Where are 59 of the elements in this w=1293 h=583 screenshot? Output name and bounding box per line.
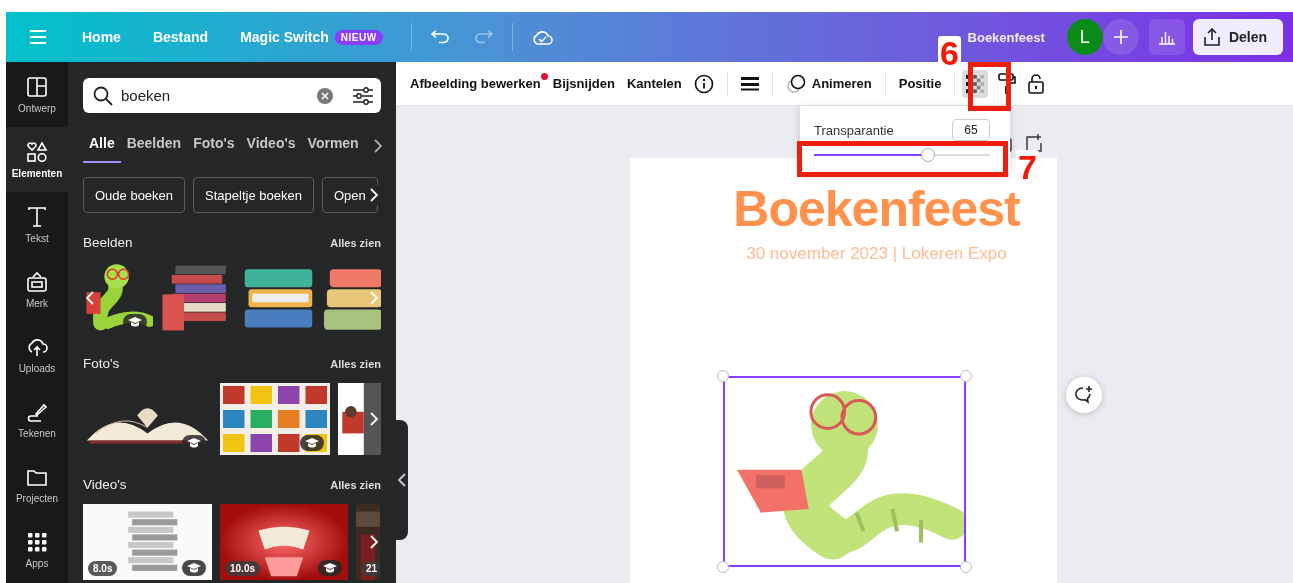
filter-sliders-icon <box>353 86 373 105</box>
nav-link[interactable]: Magic Switch NIEUW <box>224 19 399 55</box>
transparency-value-field[interactable]: 65 <box>952 119 990 141</box>
filter-tab[interactable]: Beelden <box>120 129 188 163</box>
briefcase-icon <box>26 270 48 293</box>
shapes-icon <box>26 140 48 163</box>
design-title[interactable]: Boekenfeest <box>967 29 1045 45</box>
apps-icon <box>26 530 48 553</box>
filter-tab[interactable]: Foto's <box>187 129 241 163</box>
filter-tab[interactable]: Vormen <box>301 129 365 163</box>
rail-item[interactable]: Uploads <box>6 322 68 387</box>
chevron-left-icon <box>397 472 407 488</box>
see-all-link[interactable]: Alles zien <box>330 357 381 370</box>
animate-icon <box>785 73 806 94</box>
section-title: Video's <box>83 477 127 492</box>
transparency-label: Transparantie <box>814 122 894 138</box>
new-badge: NIEUW <box>334 29 383 45</box>
chevron-right-icon <box>372 138 383 154</box>
collapse-panel-handle[interactable] <box>396 420 408 540</box>
chart-icon[interactable] <box>1148 19 1185 55</box>
flip-button[interactable]: Kantelen <box>620 70 688 97</box>
avatar[interactable]: L <box>1066 19 1103 55</box>
resize-handle[interactable] <box>960 370 972 382</box>
rail-item[interactable]: Ontwerp <box>6 62 68 127</box>
resize-handle[interactable] <box>717 561 729 573</box>
resize-handle[interactable] <box>717 370 729 382</box>
section-title: Beelden <box>83 235 133 250</box>
search-icon <box>93 85 113 106</box>
slider-thumb[interactable] <box>921 148 936 162</box>
add-page-icon[interactable] <box>1026 134 1042 152</box>
see-all-link[interactable]: Alles zien <box>330 236 381 249</box>
add-comment-icon[interactable] <box>1066 377 1102 413</box>
rail-item[interactable]: Tekenen <box>6 387 68 452</box>
section-title: Foto's <box>83 356 120 371</box>
rail-item[interactable]: Merk <box>6 257 68 322</box>
search-input[interactable]: boeken <box>121 87 309 104</box>
suggestion-chip[interactable]: Oude boeken <box>83 177 186 213</box>
rail-item[interactable]: Projecten <box>6 452 68 517</box>
add-icon[interactable] <box>1102 19 1139 55</box>
crop-button[interactable]: Bijsnijden <box>546 70 621 97</box>
suggestion-chip[interactable]: Stapeltje boeken <box>193 177 314 213</box>
layout-icon <box>26 75 48 98</box>
search-field[interactable]: boeken <box>83 78 381 113</box>
filter-tab[interactable]: Alle <box>83 129 121 163</box>
text-icon <box>26 205 48 228</box>
duration-label: 10.0s <box>225 561 261 576</box>
rail-item[interactable]: Tekst <box>6 192 68 257</box>
share-icon <box>1202 28 1221 46</box>
clear-icon <box>317 87 333 104</box>
position-button[interactable]: Positie <box>892 70 948 97</box>
edit-image-button[interactable]: Afbeelding bewerken <box>410 70 547 97</box>
rail-item[interactable]: Elementen <box>6 127 68 192</box>
filter-tab[interactable]: Video's <box>240 129 302 163</box>
animate-button[interactable]: Animeren <box>779 67 878 100</box>
see-all-link[interactable]: Alles zien <box>330 478 381 491</box>
rail-item[interactable]: Apps <box>6 517 68 582</box>
share-button[interactable]: Delen <box>1192 19 1283 55</box>
highlight-box <box>968 62 1011 111</box>
resize-handle[interactable] <box>960 561 972 573</box>
